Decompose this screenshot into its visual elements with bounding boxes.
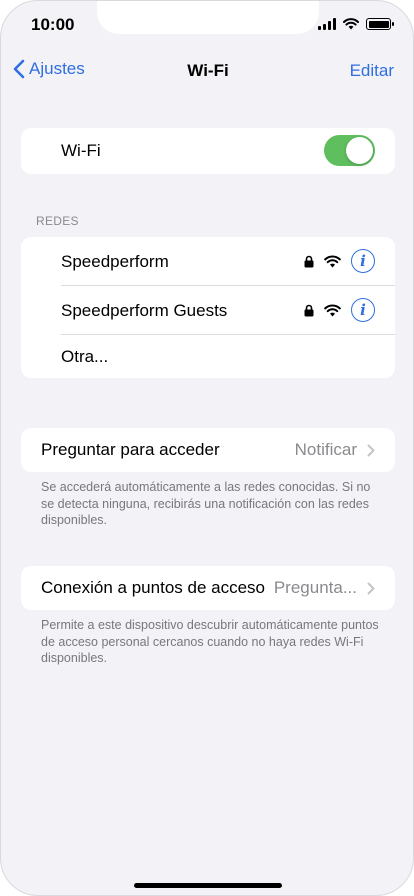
network-row[interactable]: Speedperform i — [21, 237, 395, 286]
network-name: Speedperform — [61, 251, 169, 271]
wifi-status-icon — [343, 18, 359, 30]
status-icons — [318, 18, 394, 30]
hotspot-value: Pregunta... — [273, 578, 357, 597]
wifi-signal-icon — [324, 254, 341, 267]
ask-to-join-value-group: Notificar — [295, 428, 375, 472]
hotspot-label: Conexión a puntos de acceso — [41, 578, 265, 597]
wifi-toggle-row: Wi-Fi — [21, 128, 395, 174]
chevron-right-icon — [367, 444, 375, 456]
hotspot-value-group: Pregunta... — [274, 566, 375, 610]
chevron-right-icon — [367, 582, 375, 594]
networks-card: Speedperform i Speedperform Guests i Otr… — [21, 237, 395, 378]
toggle-knob — [346, 137, 373, 164]
wifi-toggle-switch[interactable] — [324, 135, 375, 166]
lock-icon — [304, 304, 314, 316]
wifi-signal-icon — [324, 303, 341, 316]
status-time: 10:00 — [31, 15, 75, 34]
cellular-signal-icon — [318, 18, 336, 30]
ask-to-join-card: Preguntar para acceder Notificar — [21, 428, 395, 472]
ask-to-join-label: Preguntar para acceder — [41, 440, 220, 459]
ask-to-join-footnote: Se accederá automáticamente a las redes … — [41, 480, 371, 527]
ask-to-join-value: Notificar — [294, 440, 357, 459]
network-icons: i — [304, 298, 375, 322]
edit-button[interactable]: Editar — [350, 61, 394, 81]
hotspot-footnote: Permite a este dispositivo descubrir aut… — [41, 618, 379, 665]
home-indicator[interactable] — [134, 883, 282, 888]
wifi-toggle-card: Wi-Fi — [21, 128, 395, 174]
notch — [97, 1, 319, 34]
network-icons: i — [304, 249, 375, 273]
navigation-bar: Ajustes Wi-Fi Editar — [1, 57, 413, 87]
other-network-row[interactable]: Otra... — [21, 335, 395, 378]
wifi-label: Wi-Fi — [61, 141, 101, 160]
hotspot-card: Conexión a puntos de acceso Pregunta... — [21, 566, 395, 610]
battery-icon — [366, 18, 394, 30]
networks-section-header: REDES — [36, 214, 79, 228]
phone-screen: 10:00 Ajustes Wi-Fi Editar Wi-Fi REDES S… — [0, 0, 414, 896]
info-icon[interactable]: i — [351, 249, 375, 273]
network-name: Speedperform Guests — [61, 300, 228, 320]
network-row[interactable]: Speedperform Guests i — [21, 286, 395, 335]
hotspot-row[interactable]: Conexión a puntos de acceso Pregunta... — [21, 566, 395, 610]
other-network-label: Otra... — [61, 346, 109, 366]
lock-icon — [304, 255, 314, 267]
info-icon[interactable]: i — [351, 298, 375, 322]
ask-to-join-row[interactable]: Preguntar para acceder Notificar — [21, 428, 395, 472]
